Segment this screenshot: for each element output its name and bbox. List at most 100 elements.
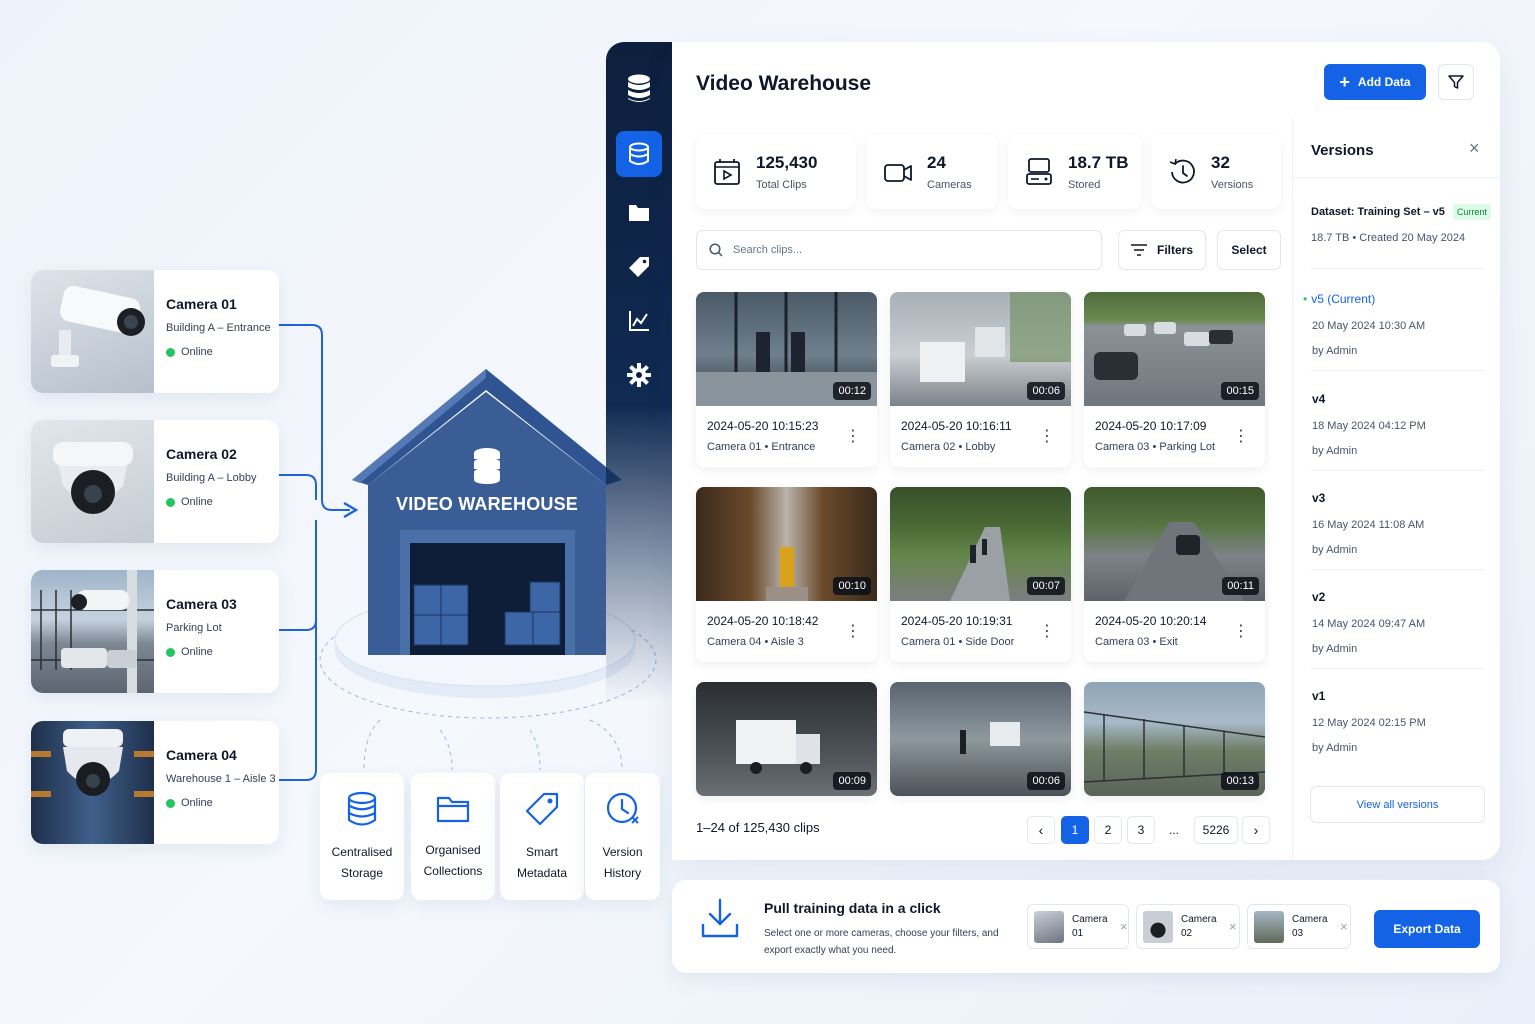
remove-chip-icon[interactable]: × <box>1229 919 1237 934</box>
clip-thumbnail: 00:06 <box>890 682 1071 796</box>
clip-card[interactable]: 00:07 2024-05-20 10:19:31 Camera 01 • Si… <box>890 487 1071 662</box>
camera-card-02[interactable]: Camera 02 Building A – Lobby Online <box>31 420 279 543</box>
version-item-v1[interactable]: v1 12 May 2024 02:15 PM by Admin <box>1312 689 1426 754</box>
more-options-icon[interactable]: ⋮ <box>845 624 861 640</box>
version-item-v3[interactable]: v3 16 May 2024 11:08 AM by Admin <box>1312 491 1424 556</box>
clip-timestamp: 2024-05-20 10:17:09 <box>1095 419 1207 433</box>
remove-chip-icon[interactable]: × <box>1340 919 1348 934</box>
versions-title: Versions <box>1311 142 1374 159</box>
feature-centralised-storage: Centralised Storage <box>320 773 404 900</box>
camera-chip-01[interactable]: Camera 01 × <box>1027 904 1129 949</box>
app-logo[interactable] <box>616 66 662 112</box>
camera-chip-02[interactable]: Camera 02 × <box>1136 904 1240 949</box>
camera-status: Online <box>166 346 271 358</box>
more-options-icon[interactable]: ⋮ <box>1039 429 1055 445</box>
camera-name: Camera 02 <box>166 446 237 462</box>
sidebar-item-settings[interactable] <box>616 352 662 398</box>
clip-thumbnail: 00:10 <box>696 487 877 601</box>
filters-button[interactable]: Filters <box>1118 230 1206 270</box>
clip-card[interactable]: 00:09 <box>696 682 877 796</box>
remove-chip-icon[interactable]: × <box>1120 919 1128 934</box>
camera-02-image <box>31 420 154 543</box>
history-icon <box>1169 158 1195 183</box>
sliders-icon <box>1130 244 1147 256</box>
view-all-versions-button[interactable]: View all versions <box>1310 786 1485 823</box>
clip-source: Camera 03 • Exit <box>1095 636 1178 648</box>
close-icon[interactable]: × <box>1469 138 1480 159</box>
version-item-v2[interactable]: v2 14 May 2024 09:47 AM by Admin <box>1312 590 1425 655</box>
filter-button[interactable] <box>1438 64 1474 100</box>
clip-source: Camera 01 • Entrance <box>707 441 816 453</box>
export-data-button[interactable]: Export Data <box>1374 910 1480 948</box>
more-options-icon[interactable]: ⋮ <box>1233 429 1249 445</box>
chevron-right-icon: › <box>1253 822 1259 838</box>
version-item-v4[interactable]: v4 18 May 2024 04:12 PM by Admin <box>1312 392 1426 457</box>
add-data-button[interactable]: + Add Data <box>1324 64 1426 100</box>
clip-card[interactable]: 00:12 2024-05-20 10:15:23 Camera 01 • En… <box>696 292 877 467</box>
clip-card[interactable]: 00:10 2024-05-20 10:18:42 Camera 04 • Ai… <box>696 487 877 662</box>
clip-card[interactable]: 00:15 2024-05-20 10:17:09 Camera 03 • Pa… <box>1084 292 1265 467</box>
export-bar: Pull training data in a click Select one… <box>672 880 1500 973</box>
camera-card-01[interactable]: Camera 01 Building A – Entrance Online <box>31 270 279 393</box>
camera-card-03[interactable]: Camera 03 Parking Lot Online <box>31 570 279 693</box>
clip-thumbnail: 00:13 <box>1084 682 1265 796</box>
feature-organised-collections: Organised Collections <box>411 773 495 900</box>
page-title: Video Warehouse <box>696 72 872 95</box>
version-item-v5[interactable]: • v5 (Current) 20 May 2024 10:30 AM by Ad… <box>1303 292 1425 357</box>
pagination-summary: 1–24 of 125,430 clips <box>696 820 820 835</box>
camera-location: Building A – Entrance <box>166 322 271 334</box>
clip-card[interactable]: 00:06 2024-05-20 10:16:11 Camera 02 • Lo… <box>890 292 1071 467</box>
stat-value: 24 <box>927 152 946 172</box>
camera-status: Online <box>166 797 276 809</box>
tag-icon <box>629 257 649 277</box>
camera-card-04[interactable]: Camera 04 Warehouse 1 – Aisle 3 Online <box>31 721 279 844</box>
next-page-button[interactable]: › <box>1242 816 1270 844</box>
clip-timestamp: 2024-05-20 10:15:23 <box>707 419 819 433</box>
clip-thumbnail: 00:07 <box>890 487 1071 601</box>
camera-icon <box>884 163 912 182</box>
clip-duration: 00:12 <box>833 382 871 400</box>
stat-value: 32 <box>1211 152 1230 172</box>
stat-storage: 18.7 TB Stored <box>1008 134 1141 209</box>
clip-source: Camera 04 • Aisle 3 <box>707 636 804 648</box>
clip-card[interactable]: 00:06 <box>890 682 1071 796</box>
page-button-1[interactable]: 1 <box>1061 816 1089 844</box>
page-button-3[interactable]: 3 <box>1127 816 1155 844</box>
sidebar-item-datasets[interactable] <box>616 131 662 177</box>
dataset-meta: 18.7 TB • Created 20 May 2024 <box>1311 232 1466 244</box>
search-placeholder: Search clips... <box>733 244 803 256</box>
stat-value: 18.7 TB <box>1068 152 1129 172</box>
more-options-icon[interactable]: ⋮ <box>1039 624 1055 640</box>
page-button-2[interactable]: 2 <box>1094 816 1122 844</box>
current-badge: Current <box>1452 204 1491 220</box>
pagination-ellipsis: ... <box>1168 823 1179 837</box>
sidebar-item-analytics[interactable] <box>616 298 662 344</box>
online-dot-icon <box>166 798 175 808</box>
clip-card[interactable]: 00:13 <box>1084 682 1265 796</box>
sidebar-item-tags[interactable] <box>616 244 662 290</box>
dataset-row: Dataset: Training Set – v5 Current <box>1311 204 1491 220</box>
page-button-last[interactable]: 5226 <box>1194 816 1238 844</box>
dataset-name: Dataset: Training Set – v5 <box>1311 206 1445 218</box>
stat-versions: 32 Versions <box>1151 134 1281 209</box>
prev-page-button[interactable]: ‹ <box>1027 816 1055 844</box>
more-options-icon[interactable]: ⋮ <box>845 429 861 445</box>
camera-name: Camera 01 <box>166 296 237 312</box>
clip-duration: 00:06 <box>1027 772 1065 790</box>
camera-status: Online <box>166 496 257 508</box>
active-dot-icon: • <box>1303 292 1308 306</box>
clip-duration: 00:13 <box>1221 772 1259 790</box>
camera-name: Camera 03 <box>166 596 237 612</box>
camera-location: Parking Lot <box>166 622 222 634</box>
more-options-icon[interactable]: ⋮ <box>1233 624 1249 640</box>
search-input[interactable]: Search clips... <box>696 230 1102 270</box>
clip-card[interactable]: 00:11 2024-05-20 10:20:14 Camera 03 • Ex… <box>1084 487 1265 662</box>
export-title: Pull training data in a click <box>764 900 941 916</box>
sidebar-item-collections[interactable] <box>616 189 662 235</box>
select-button[interactable]: Select <box>1217 230 1281 270</box>
camera-chip-thumb <box>1143 910 1173 943</box>
camera-01-image <box>31 270 154 393</box>
funnel-icon <box>1448 75 1464 89</box>
camera-chip-03[interactable]: Camera 03 × <box>1247 904 1351 949</box>
clip-duration: 00:06 <box>1027 382 1065 400</box>
